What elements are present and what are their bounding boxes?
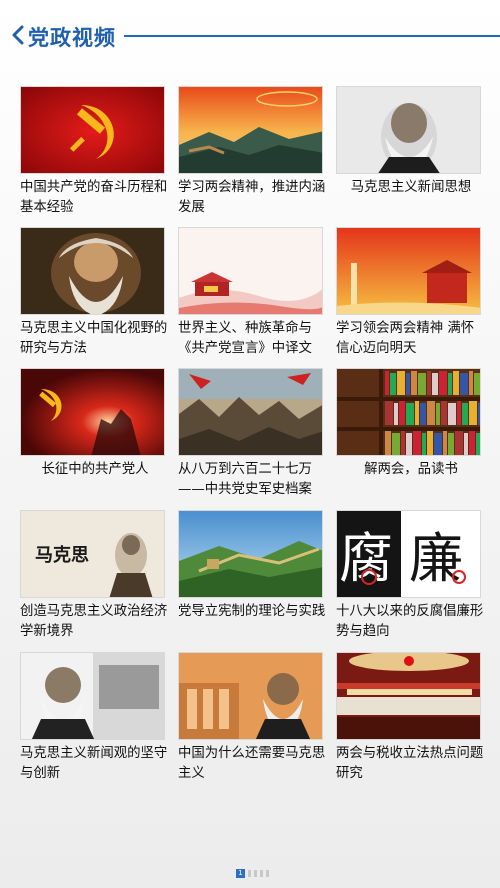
video-title: 世界主义、种族革命与《共产党宣言》中译文 (178, 321, 312, 356)
fu-character: 腐 (339, 527, 393, 590)
video-title: 马克思主义中国化视野的研究与方法 (20, 321, 168, 356)
video-title: 中国共产党的奋斗历程和基本经验 (20, 180, 168, 215)
video-title: 两会与税收立法热点问题研究 (336, 746, 484, 781)
video-thumbnail (336, 86, 481, 174)
video-thumbnail (178, 652, 323, 740)
video-title: 中国为什么还需要马克思主义 (178, 746, 326, 781)
video-title: 党导立宪制的理论与实践 (178, 604, 326, 619)
video-thumbnail: 腐 廉 (336, 510, 481, 598)
page-indicator-current[interactable]: 1 (236, 868, 245, 878)
calligraphy-text: 马克思 (35, 544, 89, 566)
video-title: 创造马克思主义政治经济学新境界 (20, 604, 168, 639)
title-divider (124, 35, 500, 37)
video-thumbnail (336, 368, 481, 456)
header: 党政视频 (0, 0, 500, 62)
video-title: 马克思主义新闻观的坚守与创新 (20, 746, 168, 781)
back-button[interactable] (10, 24, 26, 46)
video-thumbnail (336, 652, 481, 740)
video-thumbnail (20, 86, 165, 174)
video-thumbnail (20, 227, 165, 315)
page-indicator-dot[interactable] (254, 869, 257, 877)
video-thumbnail (336, 227, 481, 315)
video-thumbnail (20, 368, 165, 456)
video-thumbnail (178, 510, 323, 598)
video-thumbnail: 马克思 (20, 510, 165, 598)
page-indicator[interactable]: 1 (236, 868, 269, 878)
video-title: 学习两会精神，推进内涵发展 (178, 180, 326, 215)
video-title: 马克思主义新闻思想 (350, 180, 472, 195)
page-indicator-dot[interactable] (248, 869, 251, 877)
video-title: 长征中的共产党人 (41, 462, 149, 477)
page-indicator-dot[interactable] (266, 869, 269, 877)
video-thumbnail (178, 86, 323, 174)
video-title: 从八万到六百二十七万——中共党史军史档案 (178, 462, 312, 497)
video-thumbnail (20, 652, 165, 740)
video-thumbnail (178, 368, 323, 456)
chevron-left-icon (12, 25, 24, 45)
video-title: 十八大以来的反腐倡廉形势与趋向 (336, 604, 484, 639)
video-thumbnail (178, 227, 323, 315)
page-title: 党政视频 (28, 26, 116, 50)
page-indicator-dot[interactable] (260, 869, 263, 877)
video-title: 解两会，品读书 (364, 462, 458, 477)
video-title: 学习领会两会精神 满怀信心迈向明天 (336, 321, 475, 356)
